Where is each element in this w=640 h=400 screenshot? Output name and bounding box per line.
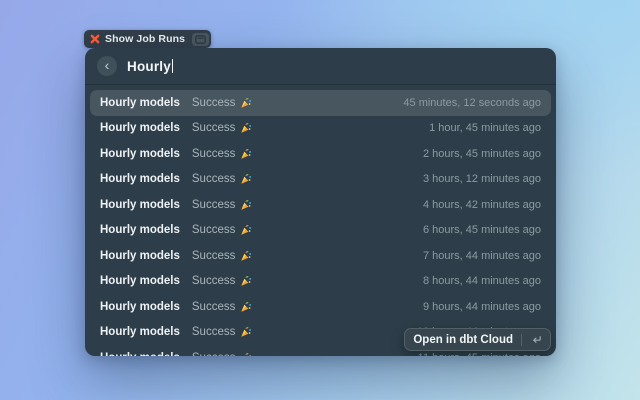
job-status: Success <box>192 301 252 313</box>
job-name: Hourly models <box>100 122 180 134</box>
menu-bar-badge <box>192 33 209 46</box>
status-text: Success <box>192 224 235 236</box>
run-timestamp: 4 hours, 42 minutes ago <box>423 199 541 211</box>
job-run-row[interactable]: Hourly models Success 7 hours, 44 minute… <box>90 243 551 269</box>
run-timestamp: 2 hours, 45 minutes ago <box>423 148 541 160</box>
dbt-logo-icon <box>90 34 100 44</box>
divider <box>521 334 522 346</box>
party-popper-icon <box>240 352 252 356</box>
job-status: Success <box>192 97 252 109</box>
job-status: Success <box>192 326 252 338</box>
run-timestamp: 45 minutes, 12 seconds ago <box>403 97 541 109</box>
job-name: Hourly models <box>100 173 180 185</box>
job-name: Hourly models <box>100 199 180 211</box>
job-run-row[interactable]: Hourly models Success 3 hours, 12 minute… <box>90 167 551 193</box>
job-name: Hourly models <box>100 148 180 160</box>
action-label: Open in dbt Cloud <box>413 334 513 346</box>
status-text: Success <box>192 326 235 338</box>
job-name: Hourly models <box>100 97 180 109</box>
search-query: Hourly <box>127 59 171 74</box>
menu-bar-icon <box>195 35 206 44</box>
job-status: Success <box>192 148 252 160</box>
job-status: Success <box>192 224 252 236</box>
run-timestamp: 3 hours, 12 minutes ago <box>423 173 541 185</box>
back-button[interactable]: ‹ <box>97 56 117 76</box>
command-pill[interactable]: Show Job Runs <box>84 30 211 48</box>
job-status: Success <box>192 122 252 134</box>
status-text: Success <box>192 352 235 356</box>
chevron-left-icon: ‹ <box>105 58 110 72</box>
party-popper-icon <box>240 199 252 211</box>
job-status: Success <box>192 275 252 287</box>
job-run-row[interactable]: Hourly models Success 4 hours, 42 minute… <box>90 192 551 218</box>
status-text: Success <box>192 122 235 134</box>
return-key-icon <box>530 335 542 345</box>
run-timestamp: 1 hour, 45 minutes ago <box>429 122 541 134</box>
run-timestamp: 11 hours, 45 minutes ago <box>418 352 541 356</box>
party-popper-icon <box>240 122 252 134</box>
status-text: Success <box>192 250 235 262</box>
job-run-row[interactable]: Hourly models Success 8 hours, 44 minute… <box>90 269 551 295</box>
status-text: Success <box>192 173 235 185</box>
status-text: Success <box>192 199 235 211</box>
command-pill-label: Show Job Runs <box>105 33 185 45</box>
status-text: Success <box>192 275 235 287</box>
job-run-row[interactable]: Hourly models Success 45 minutes, 12 sec… <box>90 90 551 116</box>
status-text: Success <box>192 301 235 313</box>
job-status: Success <box>192 352 252 356</box>
job-name: Hourly models <box>100 275 180 287</box>
party-popper-icon <box>240 275 252 287</box>
party-popper-icon <box>240 250 252 262</box>
job-run-row[interactable]: Hourly models Success 6 hours, 45 minute… <box>90 218 551 244</box>
status-text: Success <box>192 97 235 109</box>
status-text: Success <box>192 148 235 160</box>
job-status: Success <box>192 173 252 185</box>
job-name: Hourly models <box>100 326 180 338</box>
party-popper-icon <box>240 173 252 185</box>
search-bar: ‹ Hourly <box>85 48 556 85</box>
job-status: Success <box>192 199 252 211</box>
run-timestamp: 7 hours, 44 minutes ago <box>423 250 541 262</box>
job-name: Hourly models <box>100 352 180 356</box>
party-popper-icon <box>240 301 252 313</box>
job-runs-panel: ‹ Hourly Hourly models Success 45 minute… <box>85 48 556 356</box>
job-run-row[interactable]: Hourly models Success 2 hours, 45 minute… <box>90 141 551 167</box>
job-name: Hourly models <box>100 224 180 236</box>
job-name: Hourly models <box>100 250 180 262</box>
party-popper-icon <box>240 148 252 160</box>
job-run-row[interactable]: Hourly models Success 1 hour, 45 minutes… <box>90 116 551 142</box>
run-timestamp: 9 hours, 44 minutes ago <box>423 301 541 313</box>
party-popper-icon <box>240 97 252 109</box>
party-popper-icon <box>240 326 252 338</box>
job-run-row[interactable]: Hourly models Success 9 hours, 44 minute… <box>90 294 551 320</box>
run-timestamp: 8 hours, 44 minutes ago <box>423 275 541 287</box>
job-name: Hourly models <box>100 301 180 313</box>
party-popper-icon <box>240 224 252 236</box>
text-caret <box>172 59 174 73</box>
run-timestamp: 6 hours, 45 minutes ago <box>423 224 541 236</box>
search-input[interactable]: Hourly <box>127 59 173 74</box>
job-status: Success <box>192 250 252 262</box>
open-in-dbt-cloud-action[interactable]: Open in dbt Cloud <box>404 328 551 351</box>
run-list: Hourly models Success 45 minutes, 12 sec… <box>85 85 556 356</box>
